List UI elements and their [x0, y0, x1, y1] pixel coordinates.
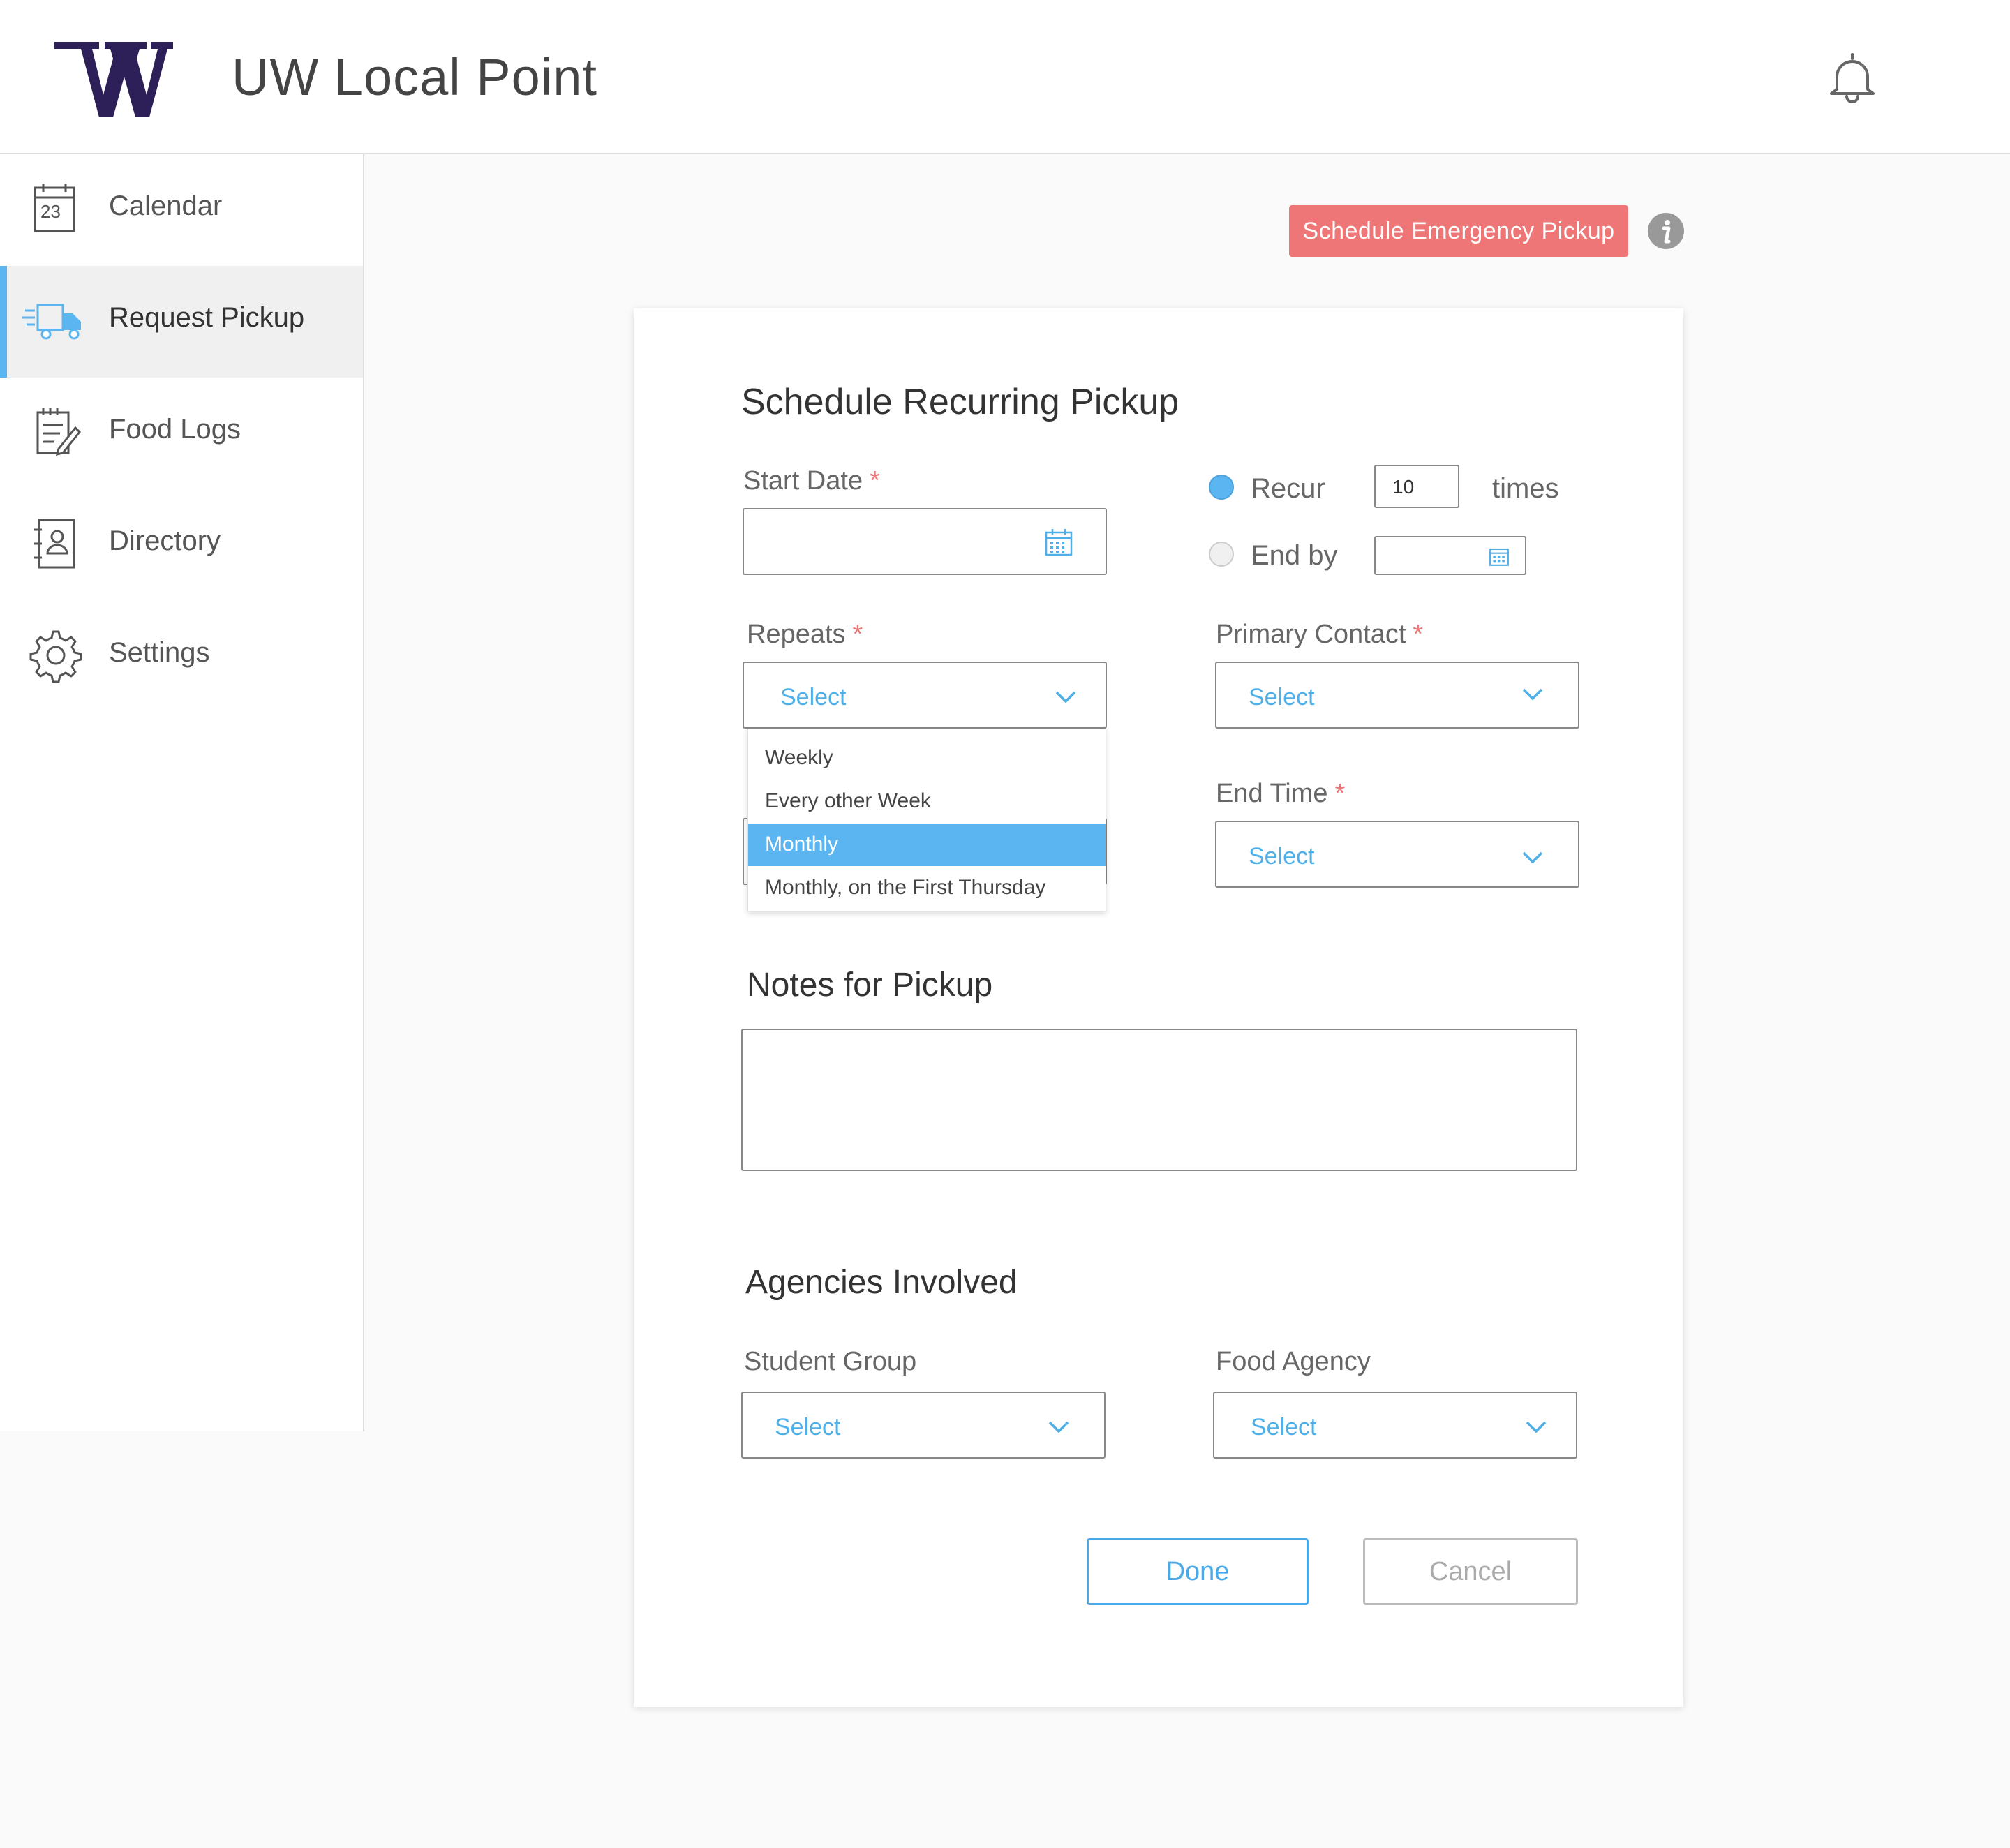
- end-time-label: End Time *: [1216, 779, 1345, 809]
- required-asterisk: *: [1413, 620, 1424, 649]
- chevron-down-icon: [1522, 851, 1543, 864]
- sidebar-item-label: Settings: [109, 637, 210, 668]
- calendar-picker-icon[interactable]: [1044, 528, 1073, 557]
- required-asterisk: *: [1334, 779, 1346, 808]
- delivery-truck-icon: [22, 304, 81, 340]
- sidebar-item-food-logs[interactable]: Food Logs: [0, 378, 363, 489]
- primary-contact-label: Primary Contact *: [1216, 620, 1423, 650]
- sidebar: 23 Calendar Request Pickup Food Logs Dir…: [0, 154, 364, 1431]
- student-group-label: Student Group: [744, 1347, 917, 1376]
- chevron-down-icon: [1055, 691, 1076, 703]
- notepad-edit-icon: [36, 408, 82, 456]
- sidebar-item-directory[interactable]: Directory: [0, 489, 363, 601]
- chevron-down-icon: [1048, 1421, 1069, 1433]
- start-date-label-text: Start Date: [743, 466, 863, 495]
- repeats-option-weekly[interactable]: Weekly: [748, 738, 1106, 780]
- repeats-option-every-other-week[interactable]: Every other Week: [748, 781, 1106, 823]
- repeats-select-value: Select: [780, 684, 847, 710]
- sidebar-item-label: Directory: [109, 526, 221, 556]
- food-agency-select[interactable]: Select: [1213, 1392, 1577, 1459]
- food-agency-select-value: Select: [1251, 1414, 1317, 1440]
- recur-count-value: 10: [1392, 476, 1415, 498]
- food-agency-label: Food Agency: [1216, 1347, 1371, 1376]
- end-by-label: End by: [1251, 540, 1338, 571]
- student-group-select[interactable]: Select: [741, 1392, 1106, 1459]
- start-date-label: Start Date *: [743, 466, 880, 496]
- primary-contact-select[interactable]: Select: [1215, 662, 1579, 729]
- calendar-picker-icon[interactable]: [1489, 546, 1510, 567]
- notes-title: Notes for Pickup: [747, 967, 993, 1004]
- info-icon[interactable]: [1647, 212, 1685, 250]
- sidebar-item-calendar[interactable]: 23 Calendar: [0, 154, 363, 266]
- repeats-label: Repeats *: [747, 620, 863, 650]
- chevron-down-icon: [1522, 688, 1543, 701]
- option-label: Every other Week: [765, 789, 931, 812]
- end-time-select[interactable]: Select: [1215, 821, 1579, 888]
- recur-label: Recur: [1251, 473, 1325, 504]
- repeats-dropdown-menu: Weekly Every other Week Monthly Monthly,…: [747, 729, 1106, 911]
- recurring-pickup-form-card: Schedule Recurring Pickup Start Date * Re…: [634, 308, 1683, 1707]
- end-by-radio[interactable]: [1209, 542, 1234, 567]
- agencies-title: Agencies Involved: [745, 1264, 1018, 1301]
- option-label: Weekly: [765, 746, 833, 769]
- repeats-option-monthly[interactable]: Monthly: [748, 824, 1106, 866]
- schedule-emergency-pickup-button[interactable]: Schedule Emergency Pickup: [1289, 205, 1628, 257]
- recur-count-input[interactable]: 10: [1374, 465, 1459, 508]
- address-book-icon: [34, 519, 75, 569]
- primary-contact-label-text: Primary Contact: [1216, 620, 1406, 649]
- sidebar-item-settings[interactable]: Settings: [0, 601, 363, 713]
- start-date-input[interactable]: [743, 508, 1107, 575]
- gear-icon: [29, 630, 82, 683]
- form-title: Schedule Recurring Pickup: [741, 382, 1179, 422]
- notes-textarea[interactable]: [741, 1029, 1577, 1171]
- repeats-label-text: Repeats: [747, 620, 846, 649]
- app-header: UW Local Point: [0, 0, 2010, 154]
- calendar-day: 23: [40, 201, 61, 222]
- app-title: UW Local Point: [232, 48, 597, 106]
- sidebar-item-label: Food Logs: [109, 414, 241, 445]
- uw-logo: [54, 42, 173, 117]
- done-button[interactable]: Done: [1087, 1538, 1309, 1605]
- active-indicator: [0, 266, 7, 378]
- required-asterisk: *: [870, 466, 880, 495]
- required-asterisk: *: [852, 620, 863, 649]
- cancel-button[interactable]: Cancel: [1363, 1538, 1578, 1605]
- notification-bell-icon[interactable]: [1827, 52, 1877, 105]
- option-label: Monthly, on the First Thursday: [765, 876, 1046, 899]
- sidebar-item-label: Request Pickup: [109, 302, 305, 333]
- sidebar-item-label: Calendar: [109, 191, 223, 221]
- end-time-select-value: Select: [1249, 843, 1315, 870]
- end-time-label-text: End Time: [1216, 779, 1328, 808]
- recur-times-label: times: [1492, 473, 1559, 504]
- option-label: Monthly: [765, 833, 839, 856]
- sidebar-item-request-pickup[interactable]: Request Pickup: [0, 266, 363, 378]
- repeats-option-monthly-first-thursday[interactable]: Monthly, on the First Thursday: [748, 867, 1106, 909]
- repeats-select[interactable]: Select: [743, 662, 1107, 729]
- primary-contact-select-value: Select: [1249, 684, 1315, 710]
- end-by-date-input[interactable]: [1374, 536, 1526, 575]
- student-group-select-value: Select: [775, 1414, 841, 1440]
- chevron-down-icon: [1526, 1421, 1547, 1433]
- recur-radio[interactable]: [1209, 475, 1234, 500]
